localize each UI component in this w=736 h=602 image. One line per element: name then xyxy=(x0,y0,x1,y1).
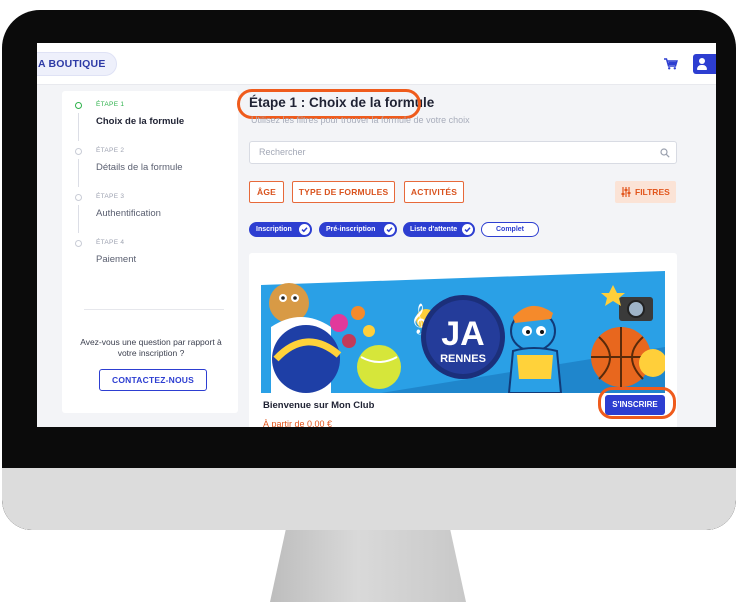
divider xyxy=(84,309,224,310)
step-name: Choix de la formule xyxy=(96,116,185,127)
step-kicker: ÉTAPE 4 xyxy=(96,239,125,246)
check-icon xyxy=(299,224,310,235)
status-pill-inscription[interactable]: Inscription xyxy=(249,222,312,237)
club-banner-image: 𝄞 JA RENNES xyxy=(261,267,665,393)
sliders-icon xyxy=(621,187,631,197)
pill-label: Inscription xyxy=(256,226,292,233)
screen: A BOUTIQUE ÉTAPE 1 Choix de la formule É… xyxy=(37,43,716,427)
logo-text: JA xyxy=(441,315,484,353)
step-name: Détails de la formule xyxy=(96,162,183,173)
step-name: Authentification xyxy=(96,208,161,219)
user-icon-body xyxy=(697,65,707,70)
top-bar: A BOUTIQUE xyxy=(37,43,716,85)
user-button[interactable] xyxy=(693,54,716,74)
filters-label: FILTRES xyxy=(635,187,670,197)
monitor-chin xyxy=(2,468,736,530)
page-subtitle: Utilisez les filtres pour trouver la for… xyxy=(251,115,470,125)
filter-chip-type[interactable]: TYPE DE FORMULES xyxy=(292,181,395,203)
step-kicker: ÉTAPE 2 xyxy=(96,147,125,154)
step-name: Paiement xyxy=(96,254,137,265)
check-icon xyxy=(462,224,473,235)
contact-button[interactable]: CONTACTEZ-NOUS xyxy=(99,369,207,391)
main-content: Étape 1 : Choix de la formule Utilisez l… xyxy=(237,85,697,427)
filter-chip-activities[interactable]: ACTIVITÉS xyxy=(404,181,464,203)
filter-chip-age[interactable]: ÂGE xyxy=(249,181,284,203)
shop-button[interactable]: A BOUTIQUE xyxy=(37,52,117,76)
club-card[interactable]: 𝄞 JA RENNES Bienvenue sur Mon Club À par… xyxy=(249,253,677,427)
steps-panel: ÉTAPE 1 Choix de la formule ÉTAPE 2 Déta… xyxy=(62,91,238,413)
status-pill-complete[interactable]: Complet xyxy=(481,222,539,237)
filters-button[interactable]: FILTRES xyxy=(615,181,676,203)
step-connector xyxy=(78,113,79,141)
cart-icon[interactable] xyxy=(664,58,678,70)
step-connector xyxy=(78,159,79,187)
card-title: Bienvenue sur Mon Club xyxy=(263,400,375,411)
step-circle-icon xyxy=(75,148,82,155)
check-icon xyxy=(384,224,395,235)
step-kicker: ÉTAPE 1 xyxy=(96,101,125,108)
logo-subtext: RENNES xyxy=(440,353,486,365)
signup-highlight xyxy=(598,387,676,419)
step-circle-icon xyxy=(75,102,82,109)
monitor: A BOUTIQUE ÉTAPE 1 Choix de la formule É… xyxy=(0,0,736,602)
search-placeholder: Rechercher xyxy=(259,147,306,157)
search-icon xyxy=(660,148,670,158)
step-circle-icon xyxy=(75,194,82,201)
search-field[interactable]: Rechercher xyxy=(249,141,677,164)
user-icon xyxy=(699,58,705,64)
step-kicker: ÉTAPE 3 xyxy=(96,193,125,200)
status-pill-pre-inscription[interactable]: Pré-inscription xyxy=(319,222,397,237)
step-circle-icon xyxy=(75,240,82,247)
status-pill-waiting-list[interactable]: Liste d'attente xyxy=(403,222,475,237)
monitor-stand xyxy=(270,530,466,602)
pill-label: Pré-inscription xyxy=(326,226,376,233)
help-question: Avez-vous une question par rapport à vot… xyxy=(80,337,222,358)
pill-label: Liste d'attente xyxy=(410,226,458,233)
card-price: À partir de 0,00 € xyxy=(263,419,333,427)
step-connector xyxy=(78,205,79,233)
